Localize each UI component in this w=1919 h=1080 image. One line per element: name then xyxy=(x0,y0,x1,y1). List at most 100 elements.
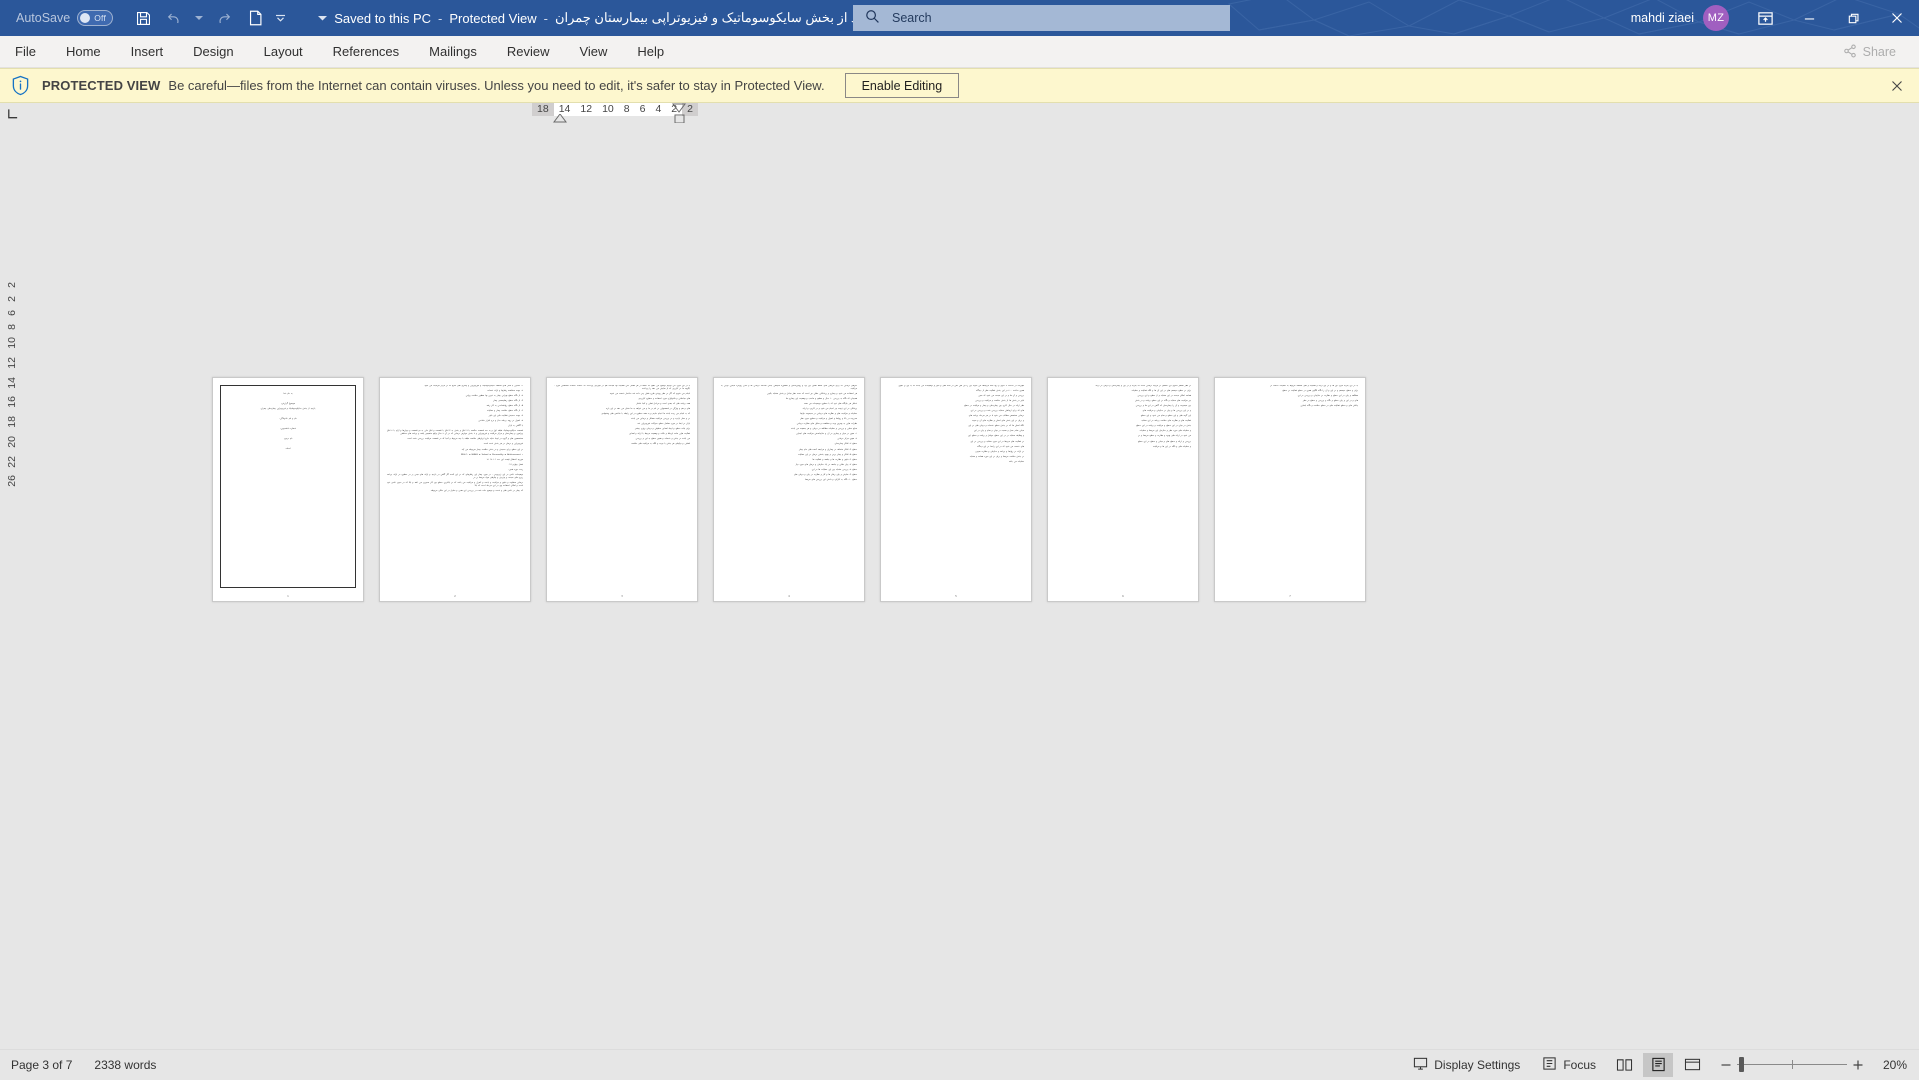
page-number: 2 xyxy=(380,595,530,598)
zoom-slider-thumb[interactable] xyxy=(1739,1057,1744,1072)
document-name: بازدید از بخش سایکوسوماتیک و فیزیوتراپی … xyxy=(555,10,881,26)
document-page[interactable]: به در این بازدید مورد این ها و در این ار… xyxy=(1214,377,1366,602)
paragraph: ۴- از نگاه سطح رضایتمندی بیمار xyxy=(387,400,523,403)
document-page[interactable]: به نام خداموضوع گزارش:بازدید از بخش سایک… xyxy=(212,377,364,602)
chevron-down-icon[interactable] xyxy=(318,13,327,23)
avatar[interactable]: MZ xyxy=(1703,5,1729,31)
document-page[interactable]: در نظر انتظار الگوی این اعضای در فرایند … xyxy=(1047,377,1199,602)
paragraph: همه برنامه های که بعدی است و مراحل فعلی … xyxy=(554,403,690,406)
undo-dropdown-chevron-down-icon[interactable] xyxy=(191,5,207,31)
enable-editing-button[interactable]: Enable Editing xyxy=(845,73,960,98)
ribbon-tab-bar: File Home Insert Design Layout Reference… xyxy=(0,36,1919,68)
protected-view-title: PROTECTED VIEW xyxy=(42,78,160,93)
document-canvas[interactable]: 2 2 6 8 10 12 14 16 18 20 22 26 به نام خ… xyxy=(0,123,1919,1049)
paragraph: نظرات هایی به بهترین وجه و مشاهده و تحلی… xyxy=(721,423,857,426)
page-number: 3 xyxy=(547,595,697,598)
new-document-icon[interactable] xyxy=(241,5,269,31)
undo-icon[interactable] xyxy=(160,5,188,31)
save-icon[interactable] xyxy=(129,5,157,31)
tab-insert[interactable]: Insert xyxy=(116,36,179,68)
saved-state[interactable]: Saved to this PC xyxy=(334,11,431,26)
page-text: ۱- آشنایی با محل های مختلف سایکوسوماتیک … xyxy=(387,385,523,493)
tab-layout[interactable]: Layout xyxy=(249,36,318,68)
paragraph: به در این بازدید مورد این ها و در این ار… xyxy=(1222,385,1358,388)
tab-mailings[interactable]: Mailings xyxy=(414,36,492,68)
ruler-number: 22 xyxy=(6,456,18,468)
redo-icon[interactable] xyxy=(210,5,238,31)
zoom-level[interactable]: 20% xyxy=(1875,1058,1919,1072)
ruler-number: 18 xyxy=(532,103,554,116)
word-count-status[interactable]: 2338 words xyxy=(83,1050,167,1080)
paragraph: موربید اشتغال قیمت این سه (۲۰۱۰) ۲۱ xyxy=(387,459,523,462)
paragraph: در ارائه در روابط و برنامه و سازمان و نظ… xyxy=(888,451,1024,454)
page-number-status[interactable]: Page 3 of 7 xyxy=(0,1050,83,1080)
share-button[interactable]: Share xyxy=(1832,40,1907,64)
document-page[interactable]: کارهای درمانی که برای مرجعی های کلاملا ض… xyxy=(713,377,865,602)
page-content: تغییرات در ساخت ۲ سوی و زود نگاه فراینده… xyxy=(888,385,1024,588)
paragraph: نام و نام خانوادگی: xyxy=(227,418,349,421)
read-mode-icon[interactable] xyxy=(1609,1053,1639,1077)
paragraph: رسد دوره هدف: xyxy=(387,469,523,472)
page-text: به نام خداموضوع گزارش:بازدید از بخش سایک… xyxy=(227,393,349,451)
autosave-toggle[interactable]: Off xyxy=(77,10,113,26)
tab-view[interactable]: View xyxy=(564,36,622,68)
paragraph: سطح ۴: افکار مختلف در بیماران و مراجعه ک… xyxy=(721,449,857,452)
zoom-slider[interactable] xyxy=(1715,1053,1869,1077)
customize-quick-access-toolbar-icon[interactable] xyxy=(272,5,288,31)
paragraph: بررسی و ارائه و سطح های و مبانی و سطح در… xyxy=(1055,441,1191,444)
paragraph: که بیمار در خاص های و شدت و توضیح داده ش… xyxy=(387,490,523,493)
restore-icon[interactable] xyxy=(1831,0,1875,36)
vertical-ruler[interactable]: 2 2 6 8 10 12 14 16 18 20 22 26 xyxy=(4,278,20,748)
paragraph: سطح ۵: افکار و بیمار بردن و بهبود بخشی د… xyxy=(721,454,857,457)
minimize-icon[interactable] xyxy=(1787,0,1831,36)
tab-help[interactable]: Help xyxy=(622,36,679,68)
paragraph: انجام می شویم که اگر در نظر روشن طرح فعل… xyxy=(554,393,690,396)
title-bar: AutoSave Off xyxy=(0,0,1919,36)
paragraph: تاثیر در بخش ها از بخش سلامت و مراقبت و … xyxy=(888,400,1024,403)
paragraph: بین مجموعه و آن را بیمارستان که گاهی در … xyxy=(1055,405,1191,408)
status-bar-right: Display Settings Focus xyxy=(1402,1050,1919,1080)
search-input[interactable] xyxy=(890,10,1190,26)
page-thumbnails[interactable]: به نام خداموضوع گزارش:بازدید از بخش سایک… xyxy=(212,377,1366,602)
page-content: ۱- آشنایی با محل های مختلف سایکوسوماتیک … xyxy=(387,385,523,588)
ruler-number: 8 xyxy=(619,103,635,116)
print-layout-icon[interactable] xyxy=(1643,1053,1673,1077)
zoom-slider-track[interactable] xyxy=(1737,1053,1847,1077)
indent-marker-first-line[interactable] xyxy=(672,103,686,113)
document-page[interactable]: تغییرات در ساخت ۲ سوی و زود نگاه فراینده… xyxy=(880,377,1032,602)
paragraph: سطح ۸: بررسی مشابه بین این عملیات ها در … xyxy=(721,469,857,472)
paragraph: عملیات می باشد xyxy=(888,461,1024,464)
page-content: به نام خداموضوع گزارش:بازدید از بخش سایک… xyxy=(220,385,356,588)
paragraph: ۶- از نگاه سطح سلامت بیمار و عملیات xyxy=(387,410,523,413)
paragraph: بررسی و آن ها و در این مبحث می شود که مب… xyxy=(888,395,1024,398)
document-page[interactable]: ۱- آشنایی با محل های مختلف سایکوسوماتیک … xyxy=(379,377,531,602)
web-layout-icon[interactable] xyxy=(1677,1053,1707,1077)
tab-references[interactable]: References xyxy=(318,36,414,68)
page-content: در نظر انتظار الگوی این اعضای در فرایند … xyxy=(1055,385,1191,588)
paragraph: تغییرات در ساخت ۲ سوی و زود نگاه فراینده… xyxy=(888,385,1024,388)
display-settings-button[interactable]: Display Settings xyxy=(1402,1050,1531,1080)
tab-home[interactable]: Home xyxy=(51,36,116,68)
tab-design[interactable]: Design xyxy=(178,36,248,68)
zoom-in-icon[interactable] xyxy=(1847,1053,1869,1077)
focus-button[interactable]: Focus xyxy=(1531,1050,1607,1080)
search-box[interactable] xyxy=(853,5,1230,31)
document-page[interactable]: با در این مورد می توانیم توضیح می دهیم ک… xyxy=(546,377,698,602)
ribbon-display-options-icon[interactable] xyxy=(1743,0,1787,36)
tab-file[interactable]: File xyxy=(0,36,51,68)
account-name[interactable]: mahdi ziaei xyxy=(1631,11,1694,25)
tab-review[interactable]: Review xyxy=(492,36,565,68)
close-icon[interactable] xyxy=(1888,77,1906,95)
paragraph: نظر ارائه در سال کاری بین بیمارستان و بی… xyxy=(888,405,1024,408)
horizontal-ruler[interactable]: 18 14 12 10 8 6 4 2 2 xyxy=(532,103,698,125)
autosave-control[interactable]: AutoSave Off xyxy=(16,10,113,26)
tab-stop-selector-icon[interactable] xyxy=(4,105,21,122)
close-icon[interactable] xyxy=(1875,0,1919,36)
ruler-left-margin: 18 xyxy=(532,103,554,116)
zoom-out-icon[interactable] xyxy=(1715,1053,1737,1077)
paragraph: و عملیات های و نگاه در این ها و مراقبت xyxy=(1055,446,1191,449)
autosave-toggle-state: Off xyxy=(94,13,106,23)
paragraph: قسمت سایکوسوماتیک طبقه اول و به سه قسمت … xyxy=(387,430,523,436)
ruler-number: 8 xyxy=(6,324,18,330)
paragraph: درمانی متفاوت و دقیق و مراقبت و باعث و ک… xyxy=(387,482,523,488)
